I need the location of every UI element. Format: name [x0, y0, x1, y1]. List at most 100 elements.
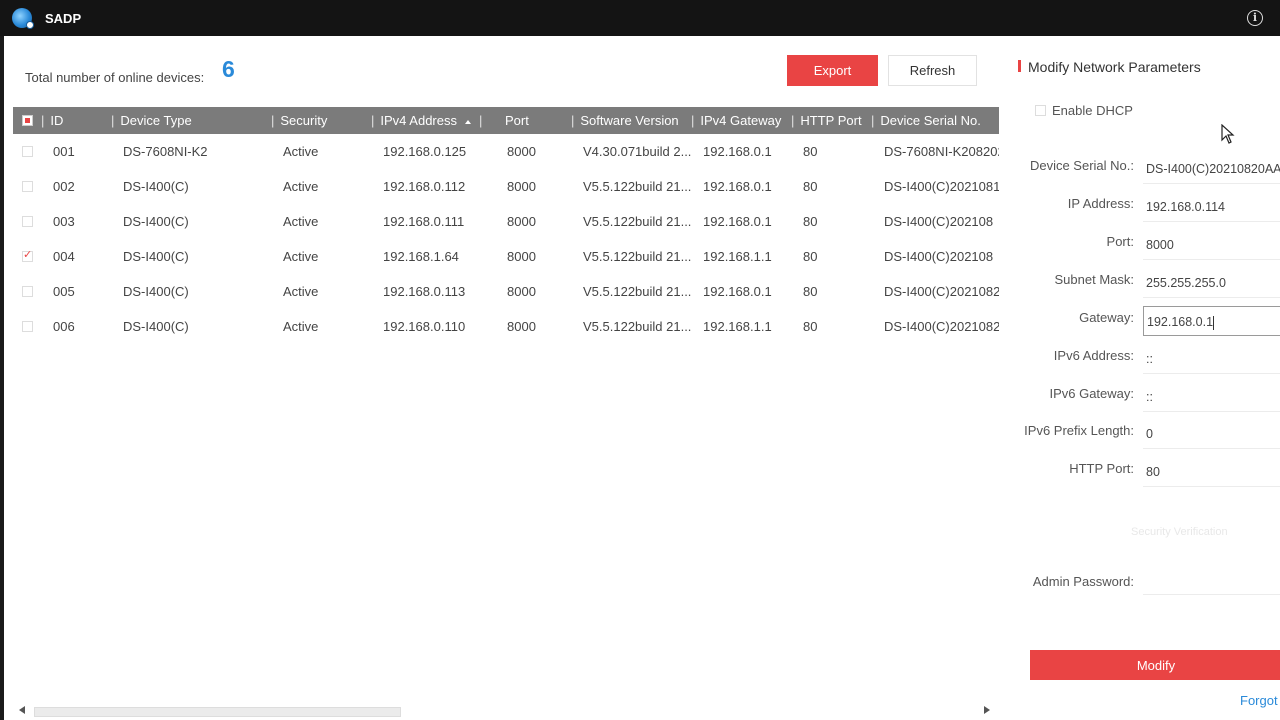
cell-device-type: DS-I400(C)	[123, 249, 189, 264]
admin-password-label: Admin Password:	[1032, 574, 1134, 589]
ipv6-prefix-label: IPv6 Prefix Length:	[1024, 423, 1134, 438]
row-checkbox[interactable]	[22, 146, 33, 157]
cell-http-port: 80	[803, 284, 818, 299]
cell-serial: DS-7608NI-K208202	[884, 144, 999, 159]
serial-field: DS-I400(C)20210820AAW	[1143, 154, 1280, 184]
cell-serial: DS-I400(C)20210819	[884, 179, 999, 194]
table-row[interactable]: 006 DS-I400(C) Active 192.168.0.110 8000…	[13, 310, 999, 344]
cell-port: 8000	[507, 214, 536, 229]
subnet-mask-label: Subnet Mask:	[1054, 272, 1135, 287]
row-checkbox-checked[interactable]	[22, 248, 33, 262]
table-row-selected[interactable]: 004 DS-I400(C) Active 192.168.1.64 8000 …	[13, 240, 999, 274]
column-header-ipv4-address[interactable]: | IPv4 Address |	[371, 107, 488, 134]
refresh-button[interactable]: Refresh	[888, 55, 977, 86]
column-header-port[interactable]: Port	[505, 107, 529, 134]
column-header-http-port[interactable]: | HTTP Port	[791, 107, 862, 134]
horizontal-scrollbar[interactable]	[34, 707, 401, 717]
sort-ascending-icon	[465, 119, 471, 124]
column-header-security[interactable]: | Security	[271, 107, 327, 134]
column-header-id[interactable]: | ID	[41, 107, 63, 134]
online-devices-count: 6	[222, 56, 235, 82]
table-row[interactable]: 001 DS-7608NI-K2 Active 192.168.0.125 80…	[13, 135, 999, 169]
device-table: | ID | Device Type | Security | IPv4 Address…	[13, 107, 999, 707]
cell-port: 8000	[507, 284, 536, 299]
cell-id: 004	[53, 249, 75, 264]
modify-button[interactable]: Modify	[1030, 650, 1280, 680]
cell-port: 8000	[507, 144, 536, 159]
admin-password-field[interactable]	[1143, 565, 1280, 595]
cell-http-port: 80	[803, 249, 818, 264]
row-checkbox[interactable]	[22, 286, 33, 297]
column-header-serial[interactable]: | Device Serial No.	[871, 107, 981, 134]
column-header-device-type[interactable]: | Device Type	[111, 107, 192, 134]
row-checkbox[interactable]	[22, 321, 33, 332]
cell-security: Active	[283, 284, 319, 299]
gateway-field[interactable]: 192.168.0.1	[1143, 306, 1280, 336]
cell-device-type: DS-I400(C)	[123, 214, 189, 229]
cell-software: V5.5.122build 21...	[583, 249, 692, 264]
cell-serial: DS-I400(C)202108	[884, 249, 994, 264]
ipv6-address-label: IPv6 Address:	[1053, 348, 1134, 363]
ipv6-gateway-field[interactable]: ::	[1143, 382, 1280, 412]
info-icon[interactable]: i	[1247, 10, 1263, 26]
cell-ipv4: 192.168.0.125	[383, 144, 467, 159]
cell-http-port: 80	[803, 319, 818, 334]
cell-http-port: 80	[803, 144, 818, 159]
forgot-password-link[interactable]: Forgot	[1240, 693, 1278, 708]
ipv6-address-field[interactable]: ::	[1143, 344, 1280, 374]
section-marker	[1018, 60, 1021, 72]
cell-serial: DS-I400(C)20210820	[884, 284, 999, 299]
cell-serial: DS-I400(C)20210820	[884, 319, 999, 334]
column-header-ipv4-gateway[interactable]: | IPv4 Gateway	[691, 107, 781, 134]
cell-id: 006	[53, 319, 75, 334]
enable-dhcp-label: Enable DHCP	[1052, 103, 1133, 118]
row-checkbox[interactable]	[22, 216, 33, 227]
table-row[interactable]: 002 DS-I400(C) Active 192.168.0.112 8000…	[13, 170, 999, 204]
cell-security: Active	[283, 179, 319, 194]
table-header: | ID | Device Type | Security | IPv4 Address…	[13, 107, 999, 134]
title-bar: SADP i	[0, 0, 1280, 36]
column-header-software-version[interactable]: | Software Version	[571, 107, 679, 134]
gateway-label: Gateway:	[1079, 310, 1134, 325]
cell-device-type: DS-I400(C)	[123, 179, 189, 194]
scroll-left-arrow-icon[interactable]	[19, 706, 25, 714]
online-devices-label: Total number of online devices:	[25, 70, 205, 85]
cell-ipv4: 192.168.0.112	[383, 179, 466, 194]
modify-network-panel: Modify Network Parameters Enable DHCP De…	[1000, 36, 1280, 720]
http-port-label: HTTP Port:	[1069, 461, 1134, 476]
scroll-right-arrow-icon[interactable]	[984, 706, 990, 714]
cell-software: V5.5.122build 21...	[583, 284, 692, 299]
cell-software: V5.5.122build 21...	[583, 179, 692, 194]
panel-title: Modify Network Parameters	[1028, 59, 1201, 75]
cell-ipv4: 192.168.0.111	[383, 214, 465, 229]
ip-address-field[interactable]: 192.168.0.114	[1143, 192, 1280, 222]
cell-http-port: 80	[803, 179, 818, 194]
cell-id: 005	[53, 284, 75, 299]
enable-dhcp-checkbox[interactable]	[1035, 105, 1046, 116]
ip-address-label: IP Address:	[1067, 196, 1134, 211]
security-verification-label: Security Verification	[1131, 526, 1228, 538]
text-caret	[1213, 315, 1215, 330]
table-row[interactable]: 003 DS-I400(C) Active 192.168.0.111 8000…	[13, 205, 999, 239]
cell-device-type: DS-7608NI-K2	[123, 144, 208, 159]
port-label: Port:	[1106, 234, 1134, 249]
cell-gateway: 192.168.0.1	[703, 214, 772, 229]
sadp-logo-icon	[12, 8, 34, 29]
http-port-field[interactable]: 80	[1143, 457, 1280, 487]
select-all-checkbox[interactable]	[22, 115, 33, 126]
table-row[interactable]: 005 DS-I400(C) Active 192.168.0.113 8000…	[13, 275, 999, 309]
cell-security: Active	[283, 249, 319, 264]
cell-security: Active	[283, 319, 319, 334]
cell-gateway: 192.168.0.1	[703, 179, 772, 194]
cell-security: Active	[283, 144, 319, 159]
ipv6-prefix-field[interactable]: 0	[1143, 419, 1280, 449]
cell-ipv4: 192.168.0.110	[383, 319, 466, 334]
cell-ipv4: 192.168.0.113	[383, 284, 466, 299]
subnet-mask-field[interactable]: 255.255.255.0	[1143, 268, 1280, 298]
export-button[interactable]: Export	[787, 55, 878, 86]
row-checkbox[interactable]	[22, 181, 33, 192]
cell-software: V5.5.122build 21...	[583, 319, 692, 334]
port-field[interactable]: 8000	[1143, 230, 1280, 260]
cell-gateway: 192.168.1.1	[703, 319, 772, 334]
cell-id: 002	[53, 179, 75, 194]
